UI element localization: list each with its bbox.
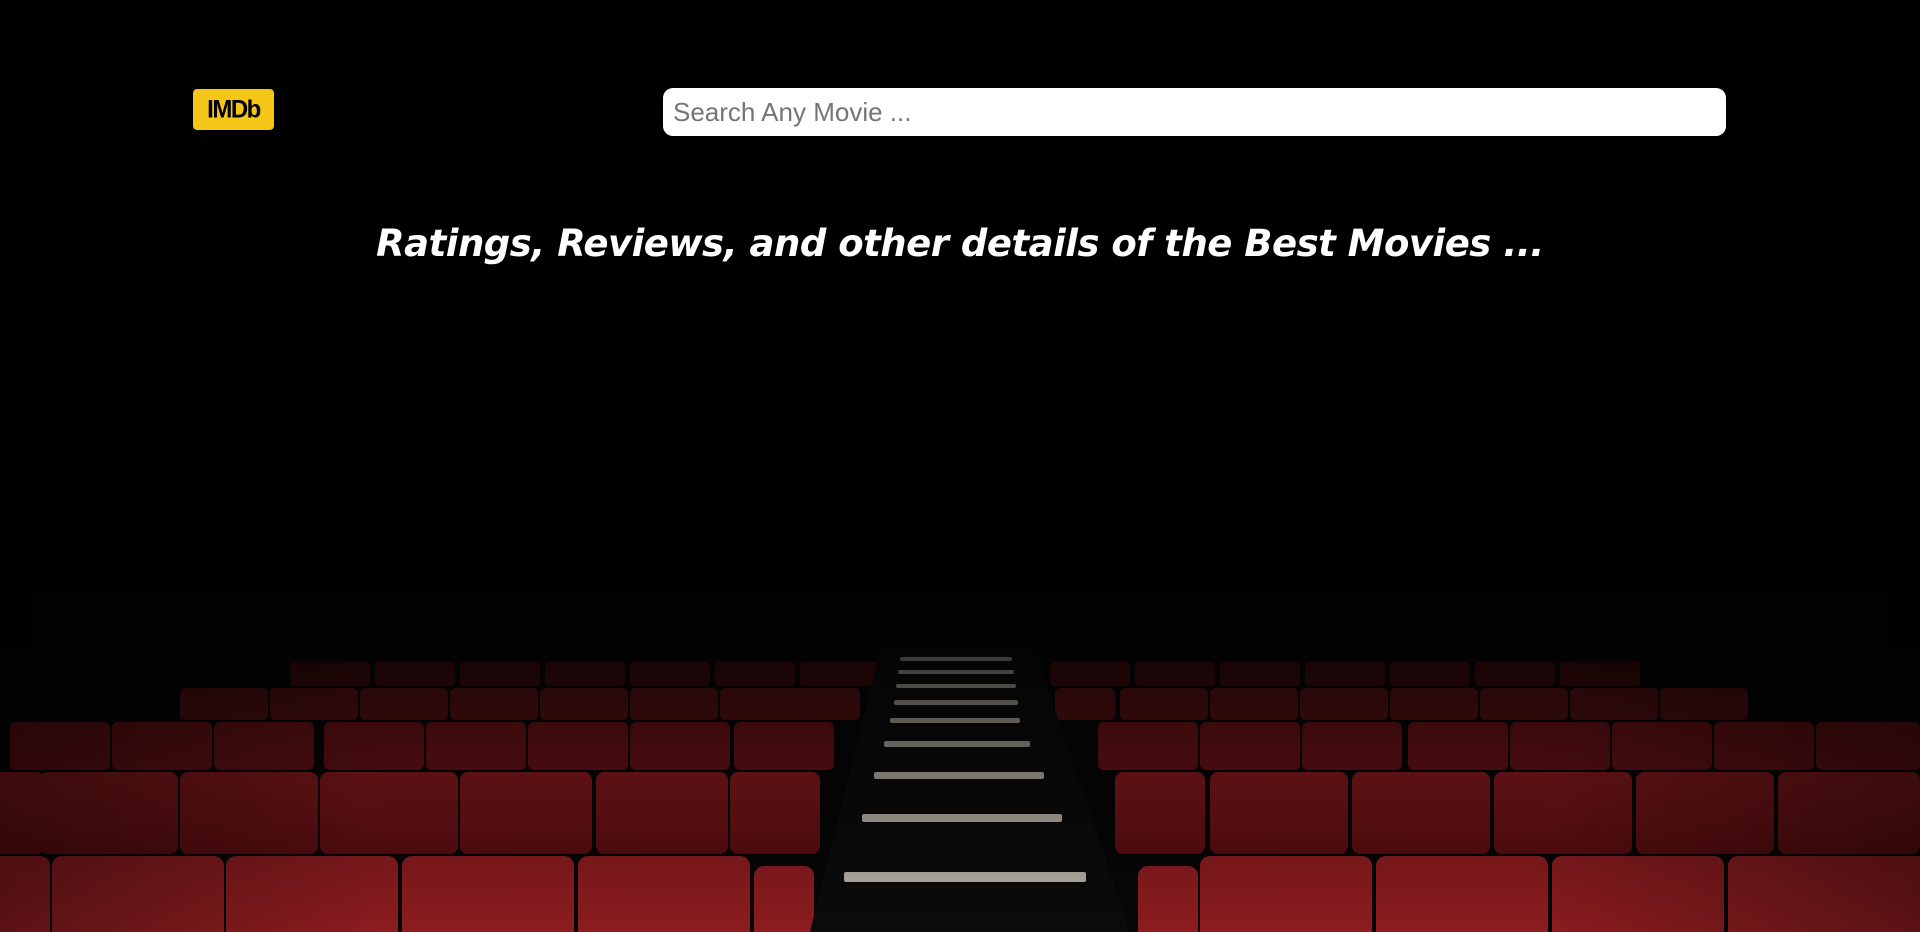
theater-seats-image	[0, 0, 1920, 932]
home-page: IMDb Ratings, Reviews, and other details…	[0, 0, 1920, 932]
search-input[interactable]	[663, 88, 1726, 136]
imdb-logo[interactable]: IMDb	[193, 89, 274, 130]
hero-tagline: Ratings, Reviews, and other details of t…	[376, 222, 1544, 265]
